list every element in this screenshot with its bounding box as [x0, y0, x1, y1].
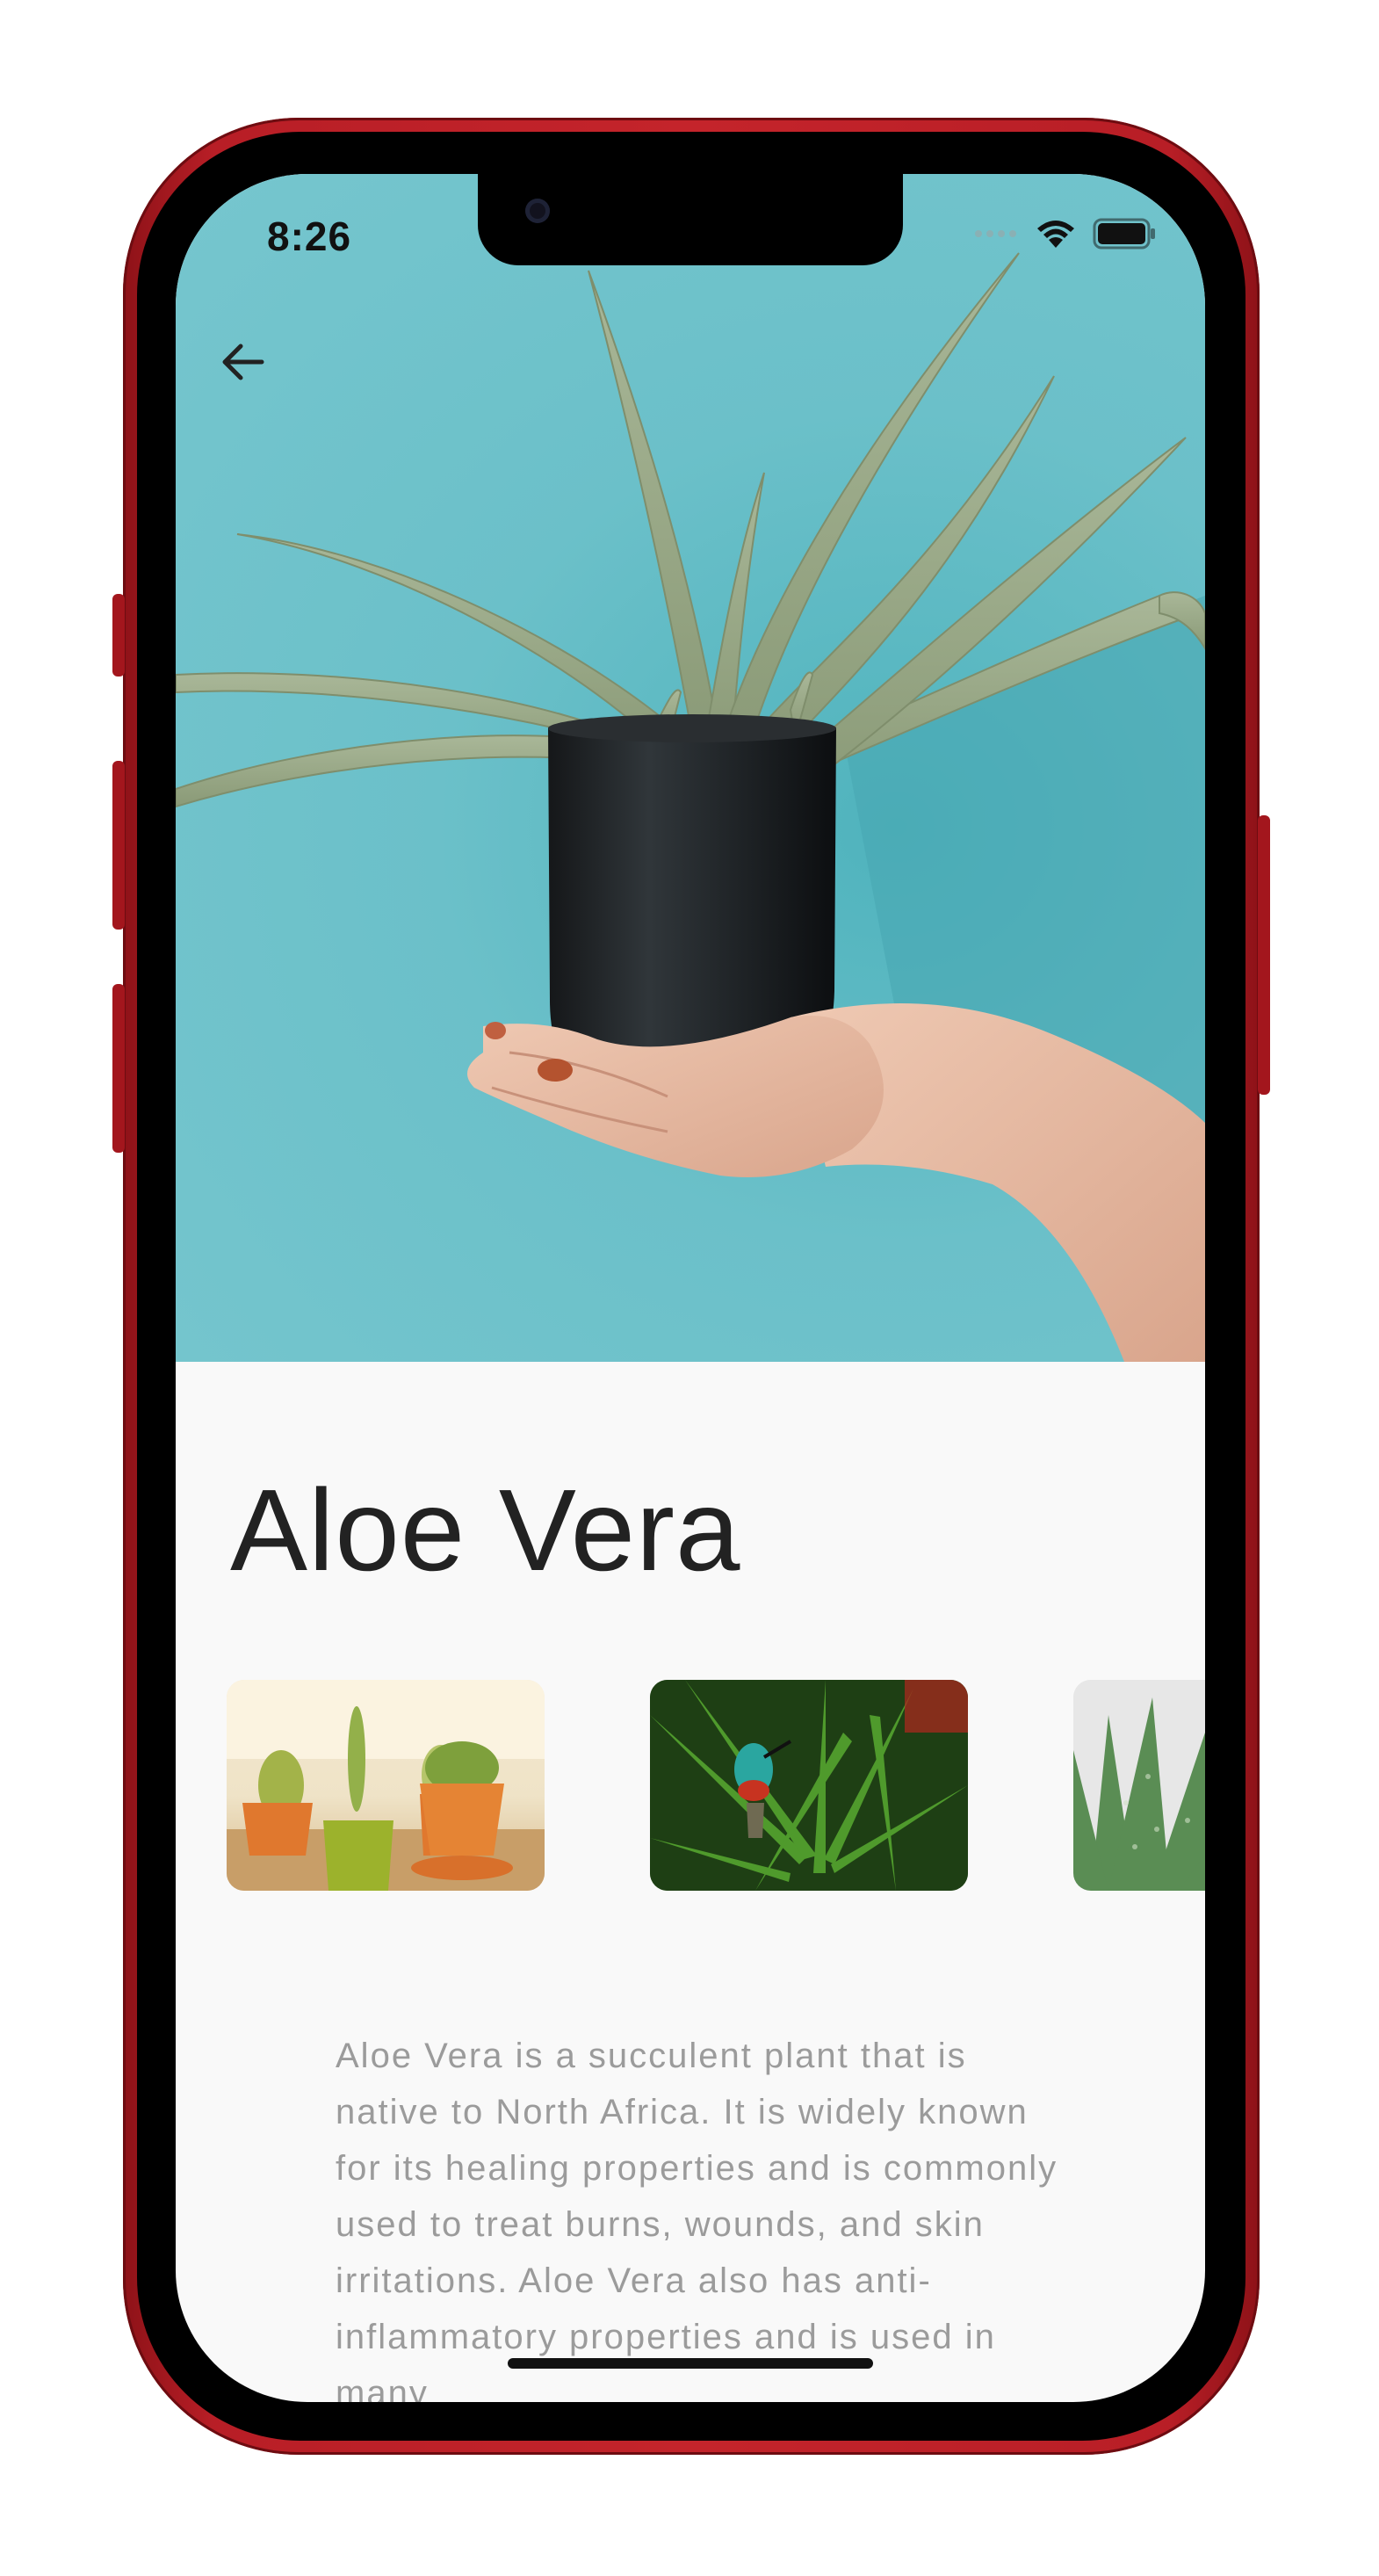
- battery-icon: [1093, 218, 1155, 250]
- front-camera: [525, 199, 550, 223]
- device-notch: [478, 174, 903, 265]
- plant-description: Aloe Vera is a succulent plant that is n…: [336, 2037, 1058, 2402]
- status-icons: [973, 218, 1156, 250]
- gallery-thumbnail-potted-cacti[interactable]: [227, 1680, 545, 1891]
- mute-switch: [112, 594, 125, 677]
- power-button: [1258, 815, 1270, 1095]
- hero-image: [176, 174, 1205, 1362]
- home-indicator[interactable]: [508, 2358, 873, 2369]
- aloe-closeup-image: [1073, 1680, 1205, 1891]
- back-button[interactable]: [211, 330, 274, 394]
- status-time: 8:26: [267, 213, 352, 259]
- signal-icon: [975, 230, 1016, 237]
- app-screen: 8:26 Aloe Vera Aloe Vera is a succulent …: [176, 174, 1205, 2402]
- aloe-plant-illustration: [176, 252, 1205, 1362]
- arrow-left-icon: [222, 344, 264, 380]
- gallery-thumbnail-aloe-closeup[interactable]: [1073, 1680, 1205, 1891]
- wifi-icon: [1037, 221, 1074, 248]
- image-gallery[interactable]: [227, 1680, 1205, 1891]
- volume-up-button: [112, 761, 125, 930]
- plant-title: Aloe Vera: [230, 1465, 741, 1596]
- potted-cacti-image: [227, 1680, 545, 1891]
- gallery-thumbnail-aloe-bird[interactable]: [650, 1680, 968, 1891]
- volume-down-button: [112, 984, 125, 1153]
- aloe-hummingbird-image: [650, 1680, 968, 1891]
